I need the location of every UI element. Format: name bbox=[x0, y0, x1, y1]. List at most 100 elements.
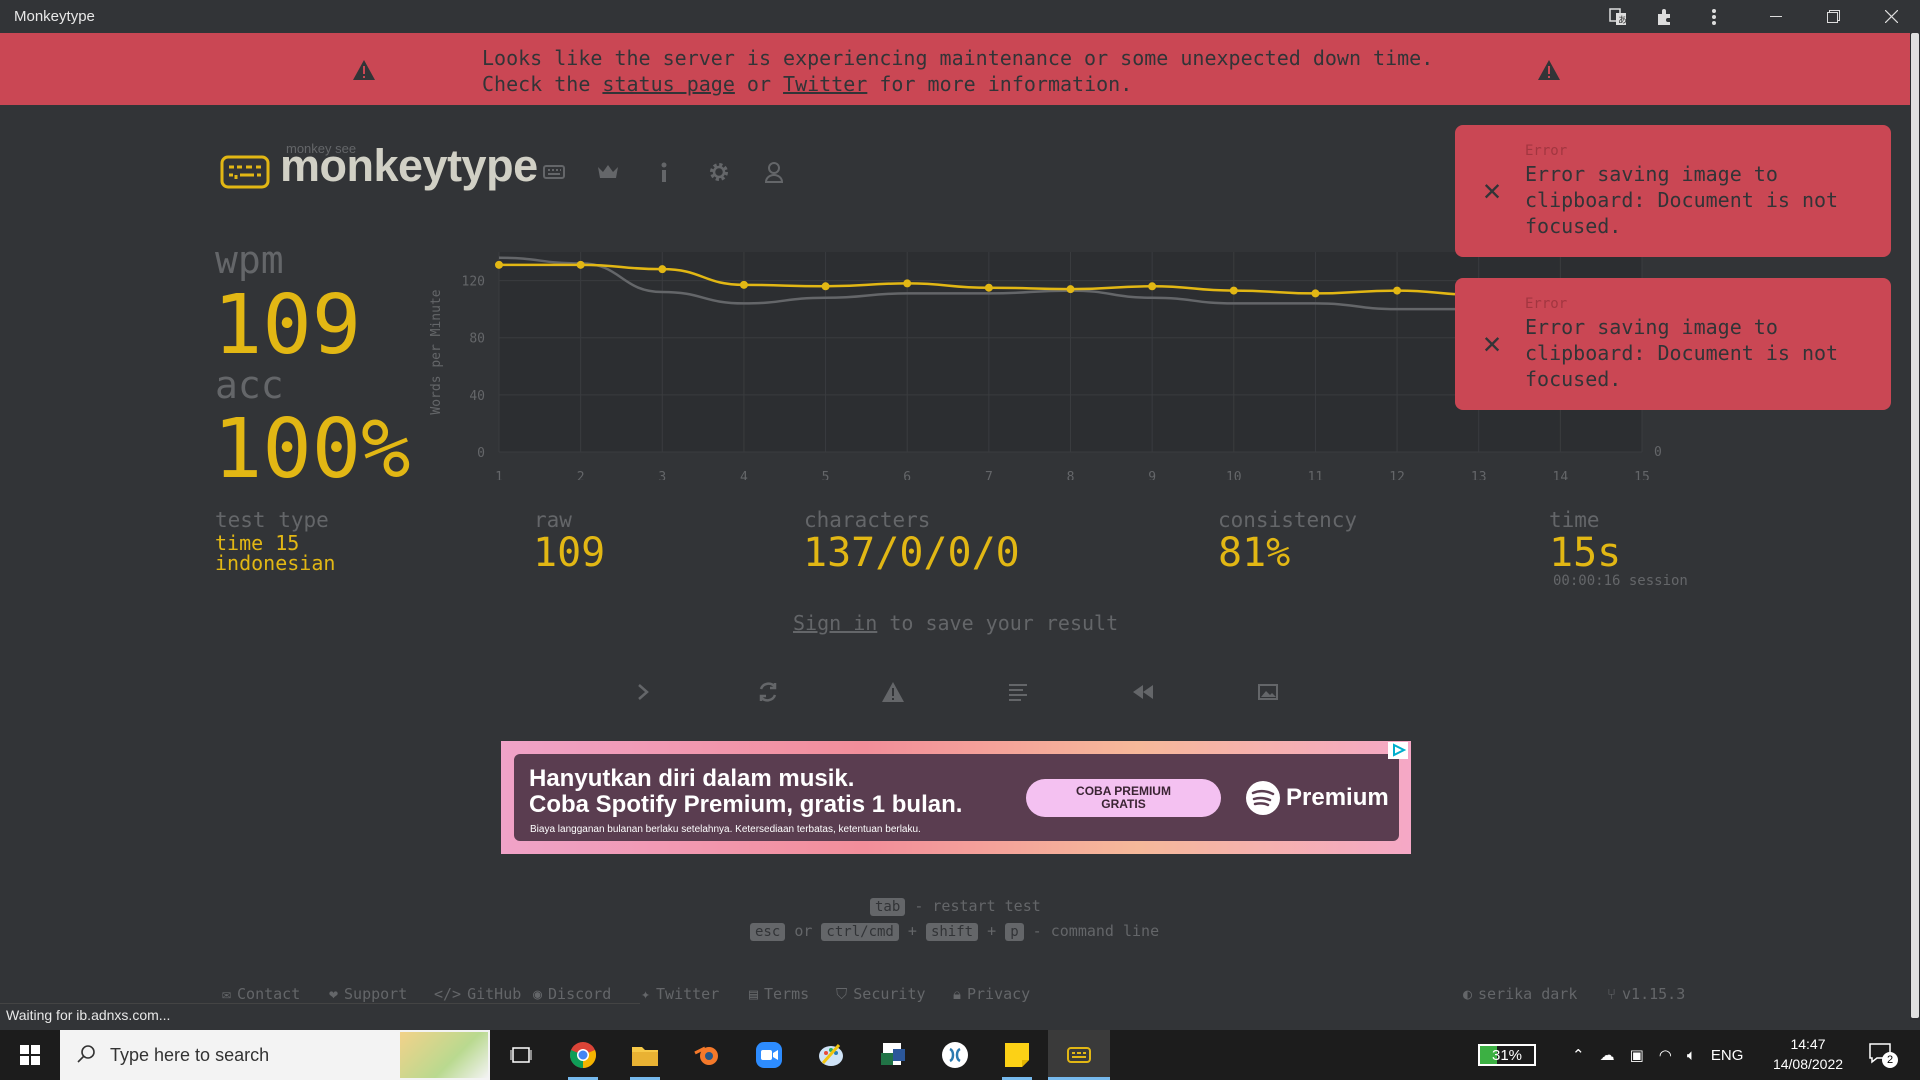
chart-x-tick-label: 7 bbox=[985, 470, 993, 480]
windows-start-icon[interactable] bbox=[0, 1030, 60, 1080]
replay-icon[interactable] bbox=[1125, 674, 1161, 710]
scrollbar-thumb[interactable] bbox=[1911, 33, 1919, 1018]
footer-support[interactable]: ❤ Support bbox=[329, 985, 407, 1003]
battery-saver-icon[interactable]: ▣ bbox=[1630, 1046, 1644, 1064]
twitter-icon: ✦ bbox=[641, 985, 651, 1003]
minimize-button[interactable] bbox=[1751, 0, 1801, 33]
language-indicator[interactable]: ENG bbox=[1711, 1047, 1744, 1064]
menu-dots-icon[interactable] bbox=[1689, 0, 1739, 33]
keyboard-icon[interactable] bbox=[540, 158, 568, 186]
gear-icon[interactable] bbox=[705, 158, 733, 186]
acc-value: 100% bbox=[213, 402, 411, 497]
consistency-label: consistency bbox=[1218, 508, 1358, 532]
footer-security-label: Security bbox=[853, 985, 926, 1003]
key-esc: esc bbox=[750, 923, 786, 941]
status-page-link[interactable]: status page bbox=[602, 72, 734, 96]
chart-y-axis-label: Words per Minute bbox=[429, 289, 444, 414]
cloud-icon[interactable]: ☁ bbox=[1600, 1046, 1615, 1064]
close-icon[interactable]: ✕ bbox=[1483, 173, 1501, 208]
system-tray: ⌃ ☁ ▣ ◠ 🔈︎ ENG bbox=[1572, 1030, 1743, 1080]
chrome-icon[interactable] bbox=[552, 1030, 614, 1080]
notifications-icon[interactable]: 2 bbox=[1868, 1042, 1898, 1068]
screenshot-image-icon[interactable] bbox=[1250, 674, 1286, 710]
code-icon: </> bbox=[434, 985, 462, 1003]
battery-indicator[interactable]: 31% bbox=[1478, 1030, 1536, 1080]
volume-muted-icon[interactable]: 🔈︎ bbox=[1687, 1047, 1696, 1064]
hint-cmdline-text: - command line bbox=[1032, 922, 1160, 940]
sticky-notes-icon[interactable] bbox=[986, 1030, 1048, 1080]
footer-github-label: GitHub bbox=[467, 985, 522, 1003]
adchoices-icon[interactable] bbox=[1388, 742, 1408, 759]
zoom-icon[interactable] bbox=[738, 1030, 800, 1080]
svg-text:あ: あ bbox=[1618, 15, 1627, 26]
ad-cta-button[interactable]: COBA PREMIUM GRATIS bbox=[1026, 779, 1221, 817]
clock[interactable]: 14:47 14/08/2022 bbox=[1770, 1034, 1846, 1074]
hint-plus: + bbox=[907, 922, 917, 940]
monkeytype-taskbar-icon[interactable] bbox=[1048, 1030, 1110, 1080]
restart-button[interactable] bbox=[750, 674, 786, 710]
info-icon[interactable] bbox=[650, 158, 678, 186]
logo-icon[interactable] bbox=[220, 155, 270, 189]
wpm-value: 109 bbox=[213, 278, 362, 373]
report-warning-icon[interactable] bbox=[875, 674, 911, 710]
chart-x-tick-label: 9 bbox=[1148, 470, 1156, 480]
paint-palette-icon[interactable] bbox=[800, 1030, 862, 1080]
close-window-button[interactable] bbox=[1866, 0, 1916, 33]
account-icon[interactable] bbox=[760, 158, 788, 186]
close-icon[interactable]: ✕ bbox=[1483, 326, 1501, 361]
footer-theme[interactable]: ◐ serika dark bbox=[1463, 985, 1577, 1003]
chevron-up-icon[interactable]: ⌃ bbox=[1572, 1046, 1585, 1064]
task-view-icon[interactable] bbox=[490, 1030, 552, 1080]
banner-line2-pre: Check the bbox=[482, 72, 603, 96]
battery-percent: 31% bbox=[1491, 1046, 1523, 1064]
crown-icon[interactable] bbox=[594, 158, 622, 186]
vpn-icon[interactable] bbox=[924, 1030, 986, 1080]
hint-or: or bbox=[794, 922, 813, 940]
footer-contact[interactable]: ✉ Contact bbox=[222, 985, 300, 1003]
chart-point bbox=[1066, 285, 1075, 294]
translate-icon[interactable]: あ bbox=[1593, 0, 1643, 33]
banner-line2-post: for more information. bbox=[867, 72, 1133, 96]
blender-icon[interactable] bbox=[676, 1030, 738, 1080]
words-history-icon[interactable] bbox=[1000, 674, 1036, 710]
footer-twitter[interactable]: ✦ Twitter bbox=[641, 985, 719, 1003]
error-toast[interactable]: ✕ Error Error saving image to clipboard:… bbox=[1455, 125, 1891, 257]
chart-x-tick-label: 5 bbox=[822, 470, 830, 480]
chart-point bbox=[739, 280, 748, 289]
wifi-icon[interactable]: ◠ bbox=[1659, 1046, 1672, 1064]
footer-privacy[interactable]: 🔒︎ Privacy bbox=[953, 985, 1030, 1003]
footer-terms-label: Terms bbox=[764, 985, 810, 1003]
window-title: Monkeytype bbox=[14, 8, 95, 25]
next-test-button[interactable] bbox=[625, 674, 661, 710]
branch-icon: ⑂ bbox=[1607, 985, 1617, 1003]
signin-link[interactable]: Sign in bbox=[793, 611, 877, 635]
footer-security[interactable]: ⛉ Security bbox=[836, 985, 926, 1003]
file-explorer-icon[interactable] bbox=[614, 1030, 676, 1080]
warning-icon bbox=[1537, 59, 1561, 85]
error-toast[interactable]: ✕ Error Error saving image to clipboard:… bbox=[1455, 278, 1891, 410]
chart-x-tick-label: 12 bbox=[1389, 470, 1405, 480]
taskbar-search-box[interactable]: Type here to search bbox=[60, 1030, 490, 1080]
test-type-line2: indonesian bbox=[215, 551, 336, 575]
extensions-icon[interactable] bbox=[1639, 0, 1689, 33]
document-icon: ▤ bbox=[749, 985, 759, 1003]
time-value: 15s bbox=[1549, 530, 1622, 576]
twitter-link[interactable]: Twitter bbox=[783, 72, 867, 96]
hint-plus: + bbox=[987, 922, 997, 940]
search-placeholder: Type here to search bbox=[110, 1045, 270, 1065]
clock-date: 14/08/2022 bbox=[1772, 1056, 1844, 1072]
restore-button[interactable] bbox=[1808, 0, 1858, 33]
key-shift: shift bbox=[925, 923, 979, 941]
footer-discord[interactable]: ◉ Discord bbox=[533, 985, 611, 1003]
shield-icon: ⛉ bbox=[836, 985, 848, 1003]
logo-text[interactable]: monkeytype bbox=[280, 140, 538, 192]
office-apps-icon[interactable] bbox=[862, 1030, 924, 1080]
ad-line2: Coba Spotify Premium, gratis 1 bulan. bbox=[529, 791, 963, 818]
footer-terms[interactable]: ▤ Terms bbox=[749, 985, 809, 1003]
spotify-logo-icon bbox=[1245, 780, 1281, 820]
chart-x-tick-label: 14 bbox=[1553, 470, 1569, 480]
clock-time: 14:47 bbox=[1790, 1036, 1826, 1052]
footer-version[interactable]: ⑂ v1.15.3 bbox=[1607, 985, 1685, 1003]
footer-support-label: Support bbox=[344, 985, 408, 1003]
footer-github[interactable]: </> GitHub bbox=[434, 985, 521, 1003]
